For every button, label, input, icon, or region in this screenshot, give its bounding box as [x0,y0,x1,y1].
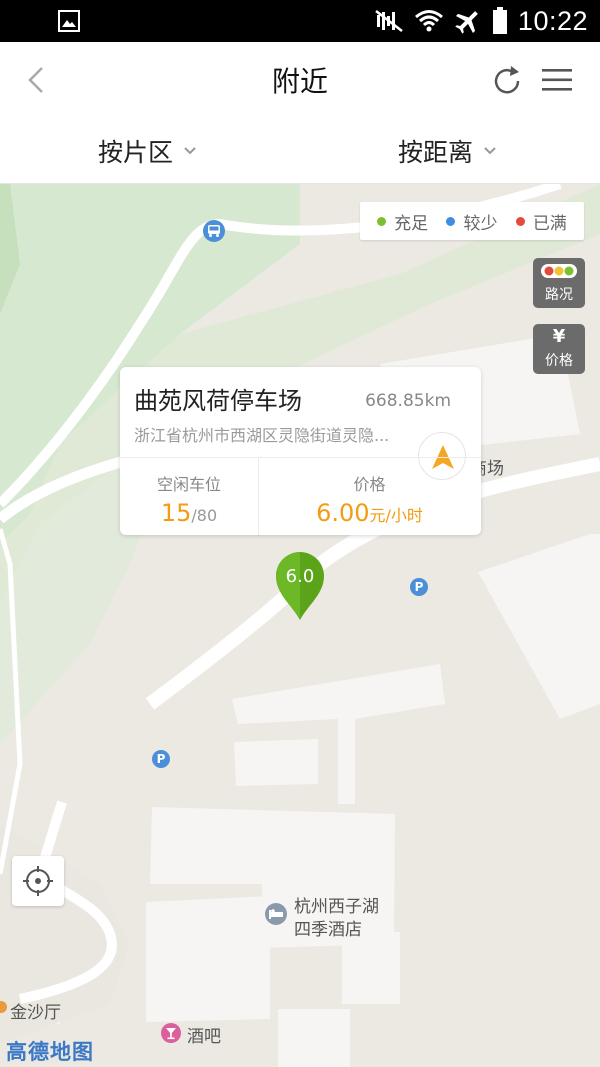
legend-label-plenty: 充足 [394,213,429,234]
traffic-label: 路况 [545,287,573,303]
total-spaces: /80 [191,506,218,525]
blue-dot-icon [446,216,456,226]
traffic-light-icon [541,264,577,278]
price-stat: 价格 6.00元/小时 [258,471,481,527]
free-spaces-label: 空闲车位 [156,475,221,494]
yen-icon: ¥ [552,326,566,347]
map-label-hotel-line2: 四季酒店 [294,920,362,940]
parking-lot-address: 浙江省杭州市西湖区灵隐街道灵隐... [134,426,390,445]
bus-stop-icon[interactable] [202,219,226,243]
card-divider [120,457,481,458]
chevron-down-icon [184,147,196,155]
crosshair-icon [23,866,53,896]
wifi-icon [414,10,443,32]
legend-item-plenty: 充足 [377,209,428,234]
legend-label-few: 较少 [463,213,498,234]
filter-bar: 按片区 按距离 [0,118,600,184]
pin-price-value: 6.0 [285,566,315,587]
legend-label-full: 已满 [532,213,567,234]
bar-icon [161,1023,181,1043]
price-unit: 元/小时 [369,506,423,525]
map-view[interactable]: 充足 较少 已满 路况 ¥ 价格 商场 P P 杭州西子湖 四季酒店 金沙厅 酒… [0,184,600,1067]
parking-poi-marker[interactable]: P [410,578,428,596]
parking-lot-info-card[interactable]: 曲苑风荷停车场 668.85km 浙江省杭州市西湖区灵隐街道灵隐... 空闲车位… [120,367,481,535]
menu-icon[interactable] [540,66,574,94]
legend-item-few: 较少 [446,209,497,234]
mute-icon [375,10,403,32]
map-label-golden-hall: 金沙厅 [10,1003,61,1023]
traffic-toggle-button[interactable]: 路况 [533,258,585,308]
parking-lot-name: 曲苑风荷停车场 [134,387,302,415]
gallery-notification-icon [58,10,80,32]
free-spaces-stat: 空闲车位 15/80 [120,471,258,527]
parking-location-pin[interactable]: 6.0 [274,550,326,622]
free-spaces-count: 15 [160,499,192,527]
map-label-bar: 酒吧 [187,1027,221,1047]
green-dot-icon [377,216,387,226]
filter-by-distance-dropdown[interactable]: 按距离 [398,132,497,170]
price-stat-label: 价格 [353,475,386,494]
filter-area-label: 按片区 [98,138,174,167]
availability-legend: 充足 较少 已满 [360,202,584,240]
chevron-down-icon [484,147,496,155]
battery-icon [492,7,507,34]
parking-poi-marker[interactable]: P [152,750,170,768]
map-label-hotel-line1: 杭州西子湖 [294,897,379,917]
map-brand-logo: 高德地图 [6,1040,94,1064]
hotel-icon [265,903,287,925]
airplane-mode-icon [455,11,478,34]
price-toggle-button[interactable]: ¥ 价格 [533,324,585,374]
restaurant-icon [0,1001,7,1013]
status-bar: 10:22 [0,0,600,42]
navigation-header: 附近 [0,42,600,118]
status-time: 10:22 [517,5,588,36]
refresh-icon[interactable] [489,63,525,99]
price-label: 价格 [545,353,573,369]
red-dot-icon [515,216,525,226]
locate-me-button[interactable] [12,856,64,906]
filter-distance-label: 按距离 [398,138,474,167]
filter-by-area-dropdown[interactable]: 按片区 [98,132,197,170]
legend-item-full: 已满 [515,209,567,234]
price-value: 6.00 [316,499,370,527]
parking-lot-distance: 668.85km [365,391,451,411]
